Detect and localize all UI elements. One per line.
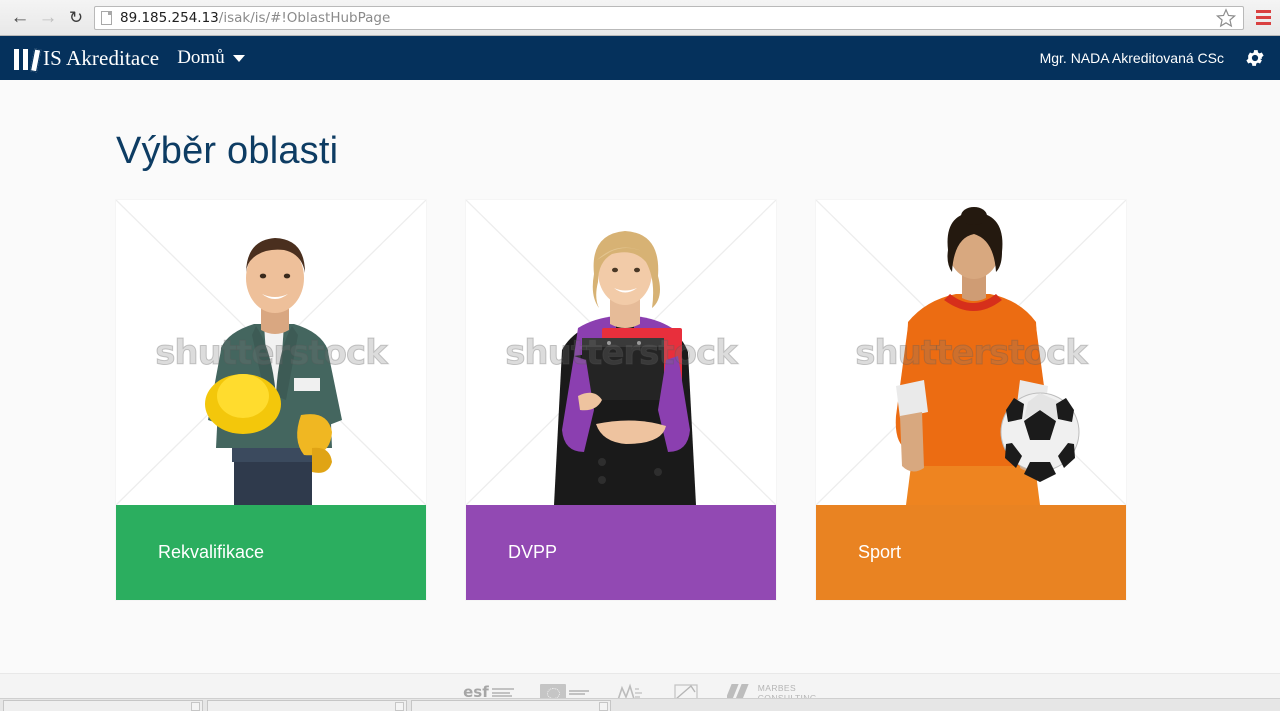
taskbar-item[interactable]: [3, 700, 203, 711]
card-label-dvpp: DVPP: [466, 505, 776, 600]
brand-name: IS Akreditace: [43, 45, 160, 70]
reload-button[interactable]: ↻: [62, 4, 90, 32]
page-title: Výběr oblasti: [116, 130, 339, 172]
area-card-sport[interactable]: shutterstock Sport: [816, 200, 1126, 600]
url-text: 89.185.254.13/isak/is/#!OblastHubPage: [120, 9, 391, 26]
area-card-rekvalifikace[interactable]: shutterstock Rekvalifikace: [116, 200, 426, 600]
bookmark-star-icon[interactable]: [1215, 7, 1237, 29]
nav-item-home-label: Domů: [177, 47, 225, 68]
app-navbar: IS Akreditace Domů Mgr. NADA Akreditovan…: [0, 36, 1280, 80]
brand[interactable]: IS Akreditace: [12, 45, 160, 73]
address-bar[interactable]: 89.185.254.13/isak/is/#!OblastHubPage: [94, 5, 1244, 30]
browser-chrome: ← → ↻ 89.185.254.13/isak/is/#!OblastHubP…: [0, 0, 1280, 36]
browser-menu-icon[interactable]: [1252, 6, 1274, 30]
chevron-down-icon: [232, 54, 245, 62]
page-info-icon: [101, 10, 112, 25]
taskbar-item[interactable]: [411, 700, 611, 711]
eu-logo-caption: [568, 689, 589, 696]
card-label-rekvalifikace: Rekvalifikace: [116, 505, 426, 600]
forward-button[interactable]: →: [34, 4, 62, 32]
card-photo-footballer: shutterstock: [816, 200, 1126, 505]
esf-logo-caption: [491, 688, 514, 697]
books-icon: [12, 45, 42, 73]
card-photo-workman: shutterstock: [116, 200, 426, 505]
back-button[interactable]: ←: [6, 4, 34, 32]
os-taskbar: [0, 698, 1280, 711]
card-label-sport: Sport: [816, 505, 1126, 600]
taskbar-item[interactable]: [207, 700, 407, 711]
close-icon[interactable]: [191, 701, 200, 711]
card-photo-businesswoman: shutterstock: [466, 200, 776, 505]
gear-icon[interactable]: [1244, 47, 1266, 69]
page-body: Výběr oblasti shutterstock Rekvalifikace…: [0, 80, 1280, 711]
user-name[interactable]: Mgr. NADA Akreditovaná CSc: [1040, 50, 1224, 66]
area-cards-list: shutterstock Rekvalifikace shutterstock …: [0, 173, 1280, 600]
area-card-dvpp[interactable]: shutterstock DVPP: [466, 200, 776, 600]
close-icon[interactable]: [599, 701, 608, 711]
nav-item-home[interactable]: Domů: [177, 47, 245, 69]
close-icon[interactable]: [395, 701, 404, 711]
